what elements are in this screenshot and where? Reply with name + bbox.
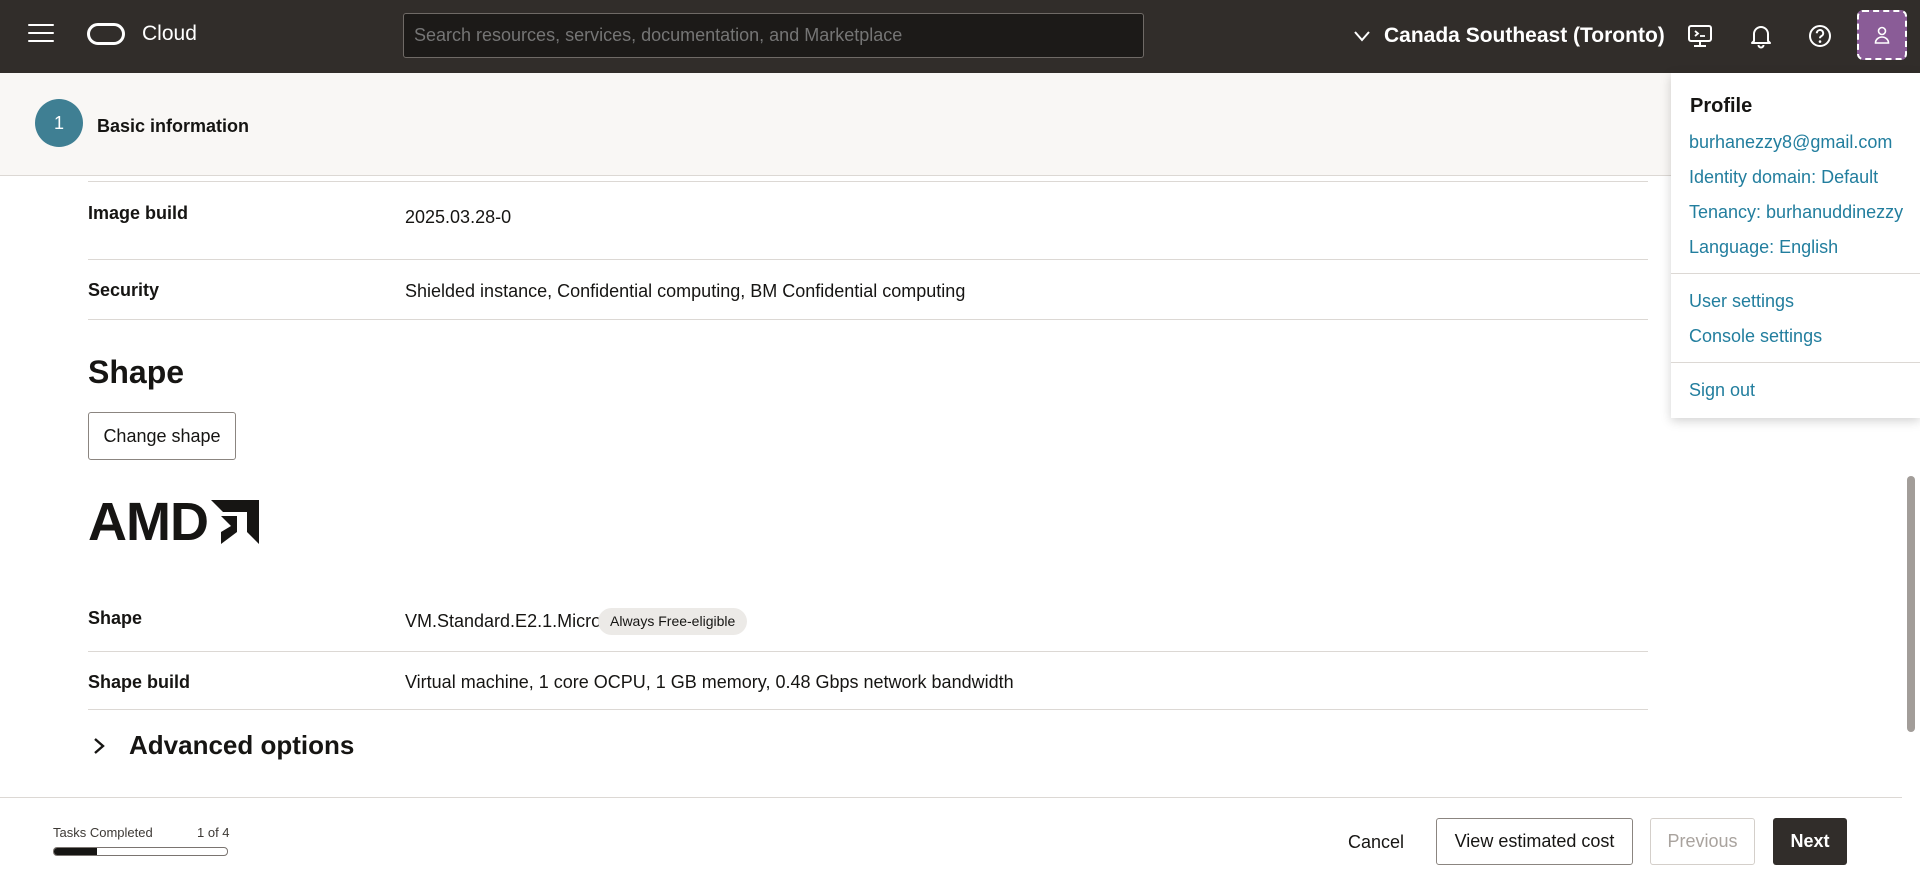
- divider: [88, 181, 1648, 182]
- always-free-badge: Always Free-eligible: [598, 608, 748, 635]
- bell-icon[interactable]: [1747, 22, 1775, 50]
- region-selector[interactable]: Canada Southeast (Toronto): [1354, 20, 1665, 52]
- region-label: Canada Southeast (Toronto): [1384, 24, 1665, 47]
- user-settings-link[interactable]: User settings: [1689, 291, 1794, 312]
- menu-divider: [1671, 273, 1920, 274]
- user-icon: [1874, 26, 1890, 44]
- cancel-button[interactable]: Cancel: [1348, 832, 1404, 853]
- step-number-badge: 1: [35, 99, 83, 147]
- previous-button[interactable]: Previous: [1650, 818, 1755, 865]
- help-icon[interactable]: [1806, 22, 1834, 50]
- tasks-progress-fill: [54, 848, 98, 855]
- top-navigation-bar: Cloud Canada Southeast (Toronto): [0, 0, 1920, 73]
- next-button[interactable]: Next: [1773, 818, 1847, 865]
- language-link[interactable]: Language: English: [1689, 237, 1838, 258]
- amd-arrow-icon: [210, 500, 259, 544]
- identity-domain-link[interactable]: Identity domain: Default: [1689, 167, 1878, 188]
- chevron-right-icon: [94, 737, 105, 754]
- amd-logo: AMD: [88, 492, 259, 552]
- image-build-label: Image build: [88, 203, 189, 223]
- view-estimated-cost-button[interactable]: View estimated cost: [1436, 818, 1633, 865]
- step-label: Basic information: [97, 116, 250, 136]
- chevron-down-icon: [1354, 31, 1370, 42]
- shape-build-label: Shape build: [88, 672, 191, 692]
- shape-section-title: Shape: [88, 354, 185, 390]
- tasks-completed-count: 1 of 4: [197, 825, 230, 840]
- page-scrollbar-thumb[interactable]: [1907, 476, 1915, 732]
- shape-label: Shape: [88, 608, 143, 628]
- tenancy-link[interactable]: Tenancy: burhanuddinezzy: [1689, 202, 1903, 223]
- menu-icon[interactable]: [28, 24, 54, 46]
- advanced-options-toggle[interactable]: Advanced options: [93, 730, 354, 761]
- profile-email-link[interactable]: burhanezzy8@gmail.com: [1689, 132, 1892, 153]
- advanced-options-label: Advanced options: [129, 730, 355, 760]
- divider: [88, 651, 1648, 652]
- tasks-progress-bar: [53, 847, 228, 856]
- divider: [88, 319, 1648, 320]
- oracle-logo[interactable]: [87, 23, 125, 45]
- image-build-value: 2025.03.28-0: [405, 207, 512, 227]
- sign-out-link[interactable]: Sign out: [1689, 380, 1755, 401]
- user-avatar-button[interactable]: [1857, 10, 1907, 60]
- security-value: Shielded instance, Confidential computin…: [405, 281, 966, 301]
- wizard-step-header: 1 Basic information: [0, 73, 1920, 176]
- tasks-completed-label: Tasks Completed: [53, 825, 153, 840]
- brand-label[interactable]: Cloud: [142, 22, 197, 46]
- console-settings-link[interactable]: Console settings: [1689, 326, 1822, 347]
- divider: [88, 709, 1648, 710]
- menu-divider: [1671, 362, 1920, 363]
- search-input[interactable]: [403, 13, 1144, 58]
- shape-value: VM.Standard.E2.1.Micro: [405, 611, 602, 631]
- cloud-shell-icon[interactable]: [1686, 22, 1714, 50]
- profile-menu: Profile burhanezzy8@gmail.com Identity d…: [1671, 73, 1920, 418]
- shape-build-value: Virtual machine, 1 core OCPU, 1 GB memor…: [405, 672, 1014, 692]
- wizard-footer: Tasks Completed 1 of 4 Cancel View estim…: [0, 797, 1902, 873]
- divider: [88, 259, 1648, 260]
- amd-logo-text: AMD: [88, 492, 209, 552]
- change-shape-button[interactable]: Change shape: [88, 412, 236, 460]
- profile-heading: Profile: [1690, 95, 1753, 117]
- security-label: Security: [88, 280, 160, 300]
